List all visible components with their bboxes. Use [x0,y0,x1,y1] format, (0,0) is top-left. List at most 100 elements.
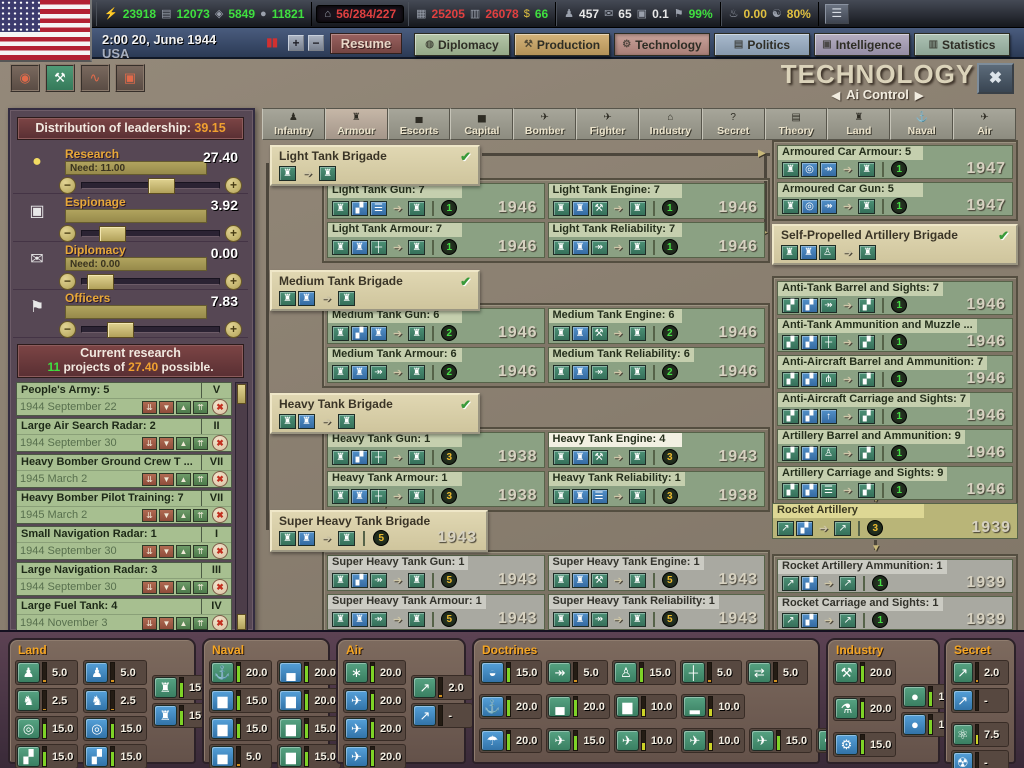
tech-tab[interactable]: ⌂ Industry [638,108,702,140]
tech-entry[interactable]: Super Heavy Tank Armour: 1 ♜ ♜ ↠ ➔ ♜ 5 194… [327,594,545,630]
tech-tab[interactable]: ♜ Armour [324,108,388,140]
tech-entry[interactable]: Light Tank Gun: 7 ♜ ▞ ☰ ➔ ♜ 1 1946 [327,183,545,219]
tech-entry[interactable]: Anti-Tank Barrel and Sights: 7 ▞ ▞ ↠ ➔ ▞ 1… [777,281,1013,315]
tech-entry[interactable]: Heavy Tank Gun: 1 ♜ ▞ ┼ ➔ ♜ 3 1938 [327,432,545,468]
cancel-research-button[interactable]: ✖ [212,615,228,631]
brigade-self-propelled-artillery[interactable]: Self-Propelled Artillery Brigade ✔ ♜ ♜ ♙ ➔ ♜ [772,224,1018,265]
priority-bottom-button[interactable]: ⇊ [142,580,157,594]
cancel-research-button[interactable]: ✖ [212,435,228,451]
goods-button[interactable]: ▣ [115,64,145,92]
menu-diplomacy[interactable]: ◍ Diplomacy [414,33,510,56]
priority-bottom-button[interactable]: ⇊ [142,400,157,414]
menu-intelligence[interactable]: ▣ Intelligence [814,33,910,56]
tech-entry[interactable]: Super Heavy Tank Engine: 1 ♜ ♜ ⚒ ➔ ♜ 5 194… [547,555,765,591]
brigade-heavy-tank[interactable]: Heavy Tank Brigade ✔ ♜ ♜ ➔ ♜ [270,393,480,434]
tech-entry[interactable]: Armoured Car Gun: 5 ♜ ◎ ↠ ➔ ♜ 1 1947 [777,182,1013,216]
tech-entry[interactable]: Medium Tank Gun: 6 ♜ ▞ ♜ ➔ ♜ 2 1946 [327,308,545,344]
research-minus-button[interactable]: − [59,176,76,194]
speed-down-button[interactable]: − [308,35,324,51]
tech-entry[interactable]: Super Heavy Tank Reliability: 1 ♜ ♜ ↠ ➔ ♜ … [547,594,765,630]
priority-top-button[interactable]: ⇈ [193,400,208,414]
priority-up-button[interactable]: ▲ [176,472,191,486]
espionage-plus-button[interactable]: + [225,224,242,242]
priority-up-button[interactable]: ▲ [176,400,191,414]
priority-up-button[interactable]: ▲ [176,580,191,594]
priority-up-button[interactable]: ▲ [176,544,191,558]
espionage-slider[interactable] [81,225,220,242]
priority-top-button[interactable]: ⇈ [193,436,208,450]
scrollbar-thumb-top[interactable] [237,384,246,404]
tech-entry[interactable]: Light Tank Engine: 7 ♜ ♜ ⚒ ➔ ♜ 1 1946 [547,183,765,219]
cancel-research-button[interactable]: ✖ [212,399,228,415]
research-plus-button[interactable]: + [225,176,242,194]
diplomacy-minus-button[interactable]: − [59,272,76,290]
brigade-medium-tank[interactable]: Medium Tank Brigade ✔ ♜ ♜ ➔ ♜ [270,270,480,311]
priority-top-button[interactable]: ⇈ [193,616,208,630]
menu-technology[interactable]: ⚙ Technology [614,33,710,56]
statistics-curve-button[interactable]: ∿ [80,64,110,92]
menu-statistics[interactable]: ▥ Statistics [914,33,1010,56]
tech-entry[interactable]: Anti-Tank Ammunition and Muzzle ... ▞ ▞ ┼ … [777,318,1013,352]
tech-tab[interactable]: ♟ Infantry [262,108,325,140]
rocket-artillery-tech[interactable]: Rocket Artillery ↗ ▞ ➔ ↗ 3 1939 [772,503,1018,539]
menu-button[interactable]: ☰ [824,3,849,24]
priority-bottom-button[interactable]: ⇊ [142,616,157,630]
tech-tab[interactable]: ✈ Bomber [513,108,577,140]
priority-down-button[interactable]: ▼ [159,400,174,414]
tech-entry[interactable]: Artillery Barrel and Ammunition: 9 ▞ ▞ ♙ ➔… [777,429,1013,463]
tech-entry[interactable]: Medium Tank Armour: 6 ♜ ♜ ↠ ➔ ♜ 2 1946 [327,347,545,383]
tech-tab[interactable]: ⚓ Naval [890,108,954,140]
tech-entry[interactable]: Artillery Carriage and Sights: 9 ▞ ▞ ☰ ➔ ▞… [777,466,1013,500]
diplomacy-slider[interactable] [81,273,220,290]
priority-down-button[interactable]: ▼ [159,508,174,522]
priority-down-button[interactable]: ▼ [159,472,174,486]
tech-entry[interactable]: Heavy Tank Engine: 4 ♜ ♜ ⚒ ➔ ♜ 3 1943 [547,432,765,468]
priority-down-button[interactable]: ▼ [159,436,174,450]
tech-entry[interactable]: Heavy Tank Armour: 1 ♜ ♜ ┼ ➔ ♜ 3 1938 [327,471,545,507]
menu-politics[interactable]: ▤ Politics [714,33,810,56]
tech-tab[interactable]: ✈ Fighter [576,108,639,140]
brigade-light-tank[interactable]: Light Tank Brigade ✔ ♜ ➔ ♜ [270,145,480,186]
officers-slider[interactable] [81,321,220,338]
tech-entry[interactable]: Anti-Aircraft Barrel and Ammunition: 7 ▞… [777,355,1013,389]
cancel-research-button[interactable]: ✖ [212,507,228,523]
tech-entry[interactable]: Super Heavy Tank Gun: 1 ♜ ▞ ↠ ➔ ♜ 5 1943 [327,555,545,591]
priority-up-button[interactable]: ▲ [176,436,191,450]
tech-tab[interactable]: ▅ Capital [450,108,514,140]
brigade-super-heavy-tank[interactable]: Super Heavy Tank Brigade ♜ ♜ ➔ ♜ 5 1943 [270,510,488,552]
cancel-research-button[interactable]: ✖ [212,471,228,487]
priority-bottom-button[interactable]: ⇊ [142,544,157,558]
officers-minus-button[interactable]: − [59,320,76,338]
menu-production[interactable]: ⚒ Production [514,33,610,56]
tech-tab[interactable]: ? Secret [701,108,765,140]
priority-down-button[interactable]: ▼ [159,616,174,630]
resume-button[interactable]: Resume [330,33,402,54]
priority-up-button[interactable]: ▲ [176,616,191,630]
research-slider-knob[interactable] [148,177,176,194]
tech-tab[interactable]: ✈ Air [953,108,1016,140]
priority-top-button[interactable]: ⇈ [193,472,208,486]
officers-plus-button[interactable]: + [225,320,242,338]
priority-bottom-button[interactable]: ⇊ [142,436,157,450]
priority-down-button[interactable]: ▼ [159,580,174,594]
tech-entry[interactable]: Light Tank Armour: 7 ♜ ♜ ┼ ➔ ♜ 1 1946 [327,222,545,258]
priority-bottom-button[interactable]: ⇊ [142,508,157,522]
build-queue-button[interactable]: ⚒ [45,64,75,92]
research-slider[interactable] [81,177,220,194]
priority-down-button[interactable]: ▼ [159,544,174,558]
priority-up-button[interactable]: ▲ [176,508,191,522]
diplomacy-slider-knob[interactable] [86,273,114,290]
scrollbar-thumb-bottom[interactable] [237,614,246,630]
cancel-research-button[interactable]: ✖ [212,543,228,559]
tech-tab[interactable]: ♜ Land [827,108,891,140]
prev-category-arrow[interactable]: ◀ [826,90,846,102]
priority-bottom-button[interactable]: ⇊ [142,472,157,486]
tech-entry[interactable]: Anti-Aircraft Carriage and Sights: 7 ▞ ▞ ↑… [777,392,1013,426]
research-scrollbar[interactable] [235,382,248,632]
speed-up-button[interactable]: + [288,35,304,51]
officers-slider-knob[interactable] [107,321,135,338]
priority-top-button[interactable]: ⇈ [193,580,208,594]
espionage-minus-button[interactable]: − [59,224,76,242]
tech-entry[interactable]: Medium Tank Reliability: 6 ♜ ♜ ↠ ➔ ♜ 2 194… [547,347,765,383]
tech-entry[interactable]: Heavy Tank Reliability: 1 ♜ ♜ ☰ ➔ ♜ 3 1938 [547,471,765,507]
